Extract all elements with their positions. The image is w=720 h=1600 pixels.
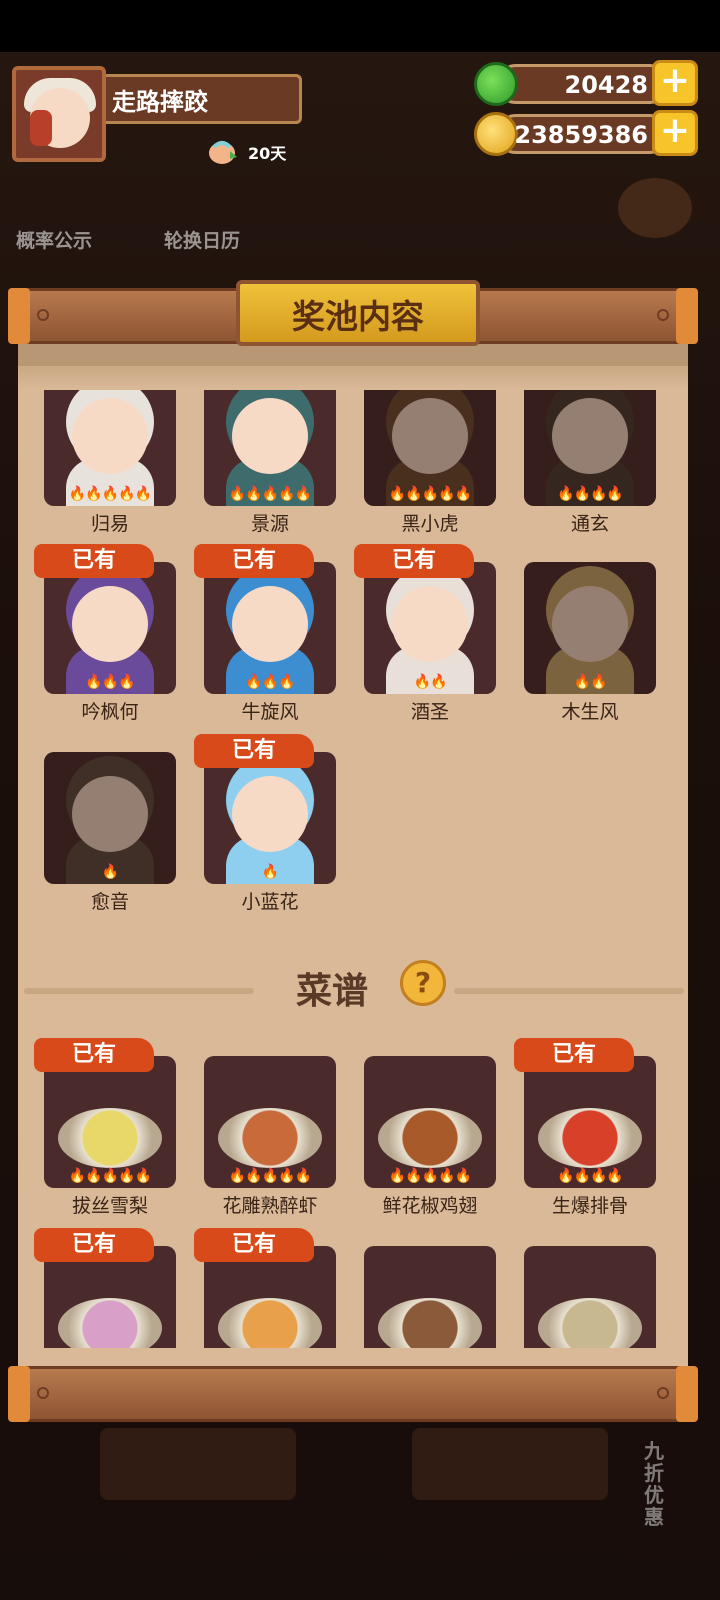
owned-badge: 已有	[514, 1038, 634, 1072]
recipe-name: 拔丝雪梨	[71, 1195, 148, 1217]
character-portrait	[232, 776, 308, 852]
character-card[interactable]: 🔥🔥🔥	[204, 562, 336, 694]
rarity-flames: 🔥🔥🔥🔥🔥	[388, 486, 472, 502]
coin-icon	[474, 112, 518, 156]
character-card[interactable]: 🔥🔥🔥🔥	[524, 374, 656, 506]
probability-button[interactable]: 概率公示	[16, 226, 92, 253]
rarity-flames: 🔥🔥🔥	[245, 674, 295, 690]
character-card[interactable]: 🔥🔥	[364, 562, 496, 694]
character-name: 酒圣	[410, 701, 449, 723]
rarity-flames: 🔥🔥🔥	[85, 674, 135, 690]
character-name: 小蓝花	[241, 891, 299, 913]
rarity-flames: 🔥🔥🔥🔥🔥	[68, 486, 152, 502]
dish-image	[538, 1108, 642, 1168]
jade-value: 20428	[564, 71, 649, 99]
days-count: 20天	[248, 144, 287, 163]
character-portrait	[392, 586, 468, 662]
character-name: 黑小虎	[401, 513, 459, 535]
dish-image	[378, 1108, 482, 1168]
calendar-icon	[209, 141, 237, 164]
help-button[interactable]: ?	[400, 960, 446, 1006]
rarity-flames: 🔥🔥	[573, 674, 608, 690]
rarity-flames: 🔥	[261, 864, 279, 880]
owned-badge: 已有	[194, 544, 314, 578]
calendar-button[interactable]: 轮换日历	[164, 226, 240, 253]
player-name: 走路摔跤	[112, 88, 208, 116]
owned-badge: 已有	[354, 544, 474, 578]
character-name: 牛旋风	[241, 701, 299, 723]
rarity-flames: 🔥🔥🔥🔥🔥	[228, 1168, 312, 1184]
character-portrait	[392, 398, 468, 474]
owned-badge: 已有	[34, 1228, 154, 1262]
character-portrait	[72, 398, 148, 474]
character-card[interactable]: 🔥🔥	[524, 562, 656, 694]
character-name: 景源	[250, 513, 289, 535]
add-jade-button[interactable]: +	[652, 60, 698, 106]
character-portrait	[232, 398, 308, 474]
jade-icon	[474, 62, 518, 106]
dish-image	[218, 1108, 322, 1168]
rarity-flames: 🔥🔥🔥🔥🔥	[68, 1168, 152, 1184]
character-card[interactable]: 🔥🔥🔥	[44, 562, 176, 694]
character-portrait	[232, 586, 308, 662]
recipe-card[interactable]: 🔥🔥🔥🔥🔥	[364, 1056, 496, 1188]
player-avatar[interactable]	[12, 66, 106, 162]
ten-draw-button	[412, 1428, 608, 1500]
character-card[interactable]: 🔥🔥🔥🔥🔥	[204, 374, 336, 506]
scroll-roll-bottom	[8, 1366, 698, 1422]
recipe-name: 生爆排骨	[551, 1195, 628, 1217]
rarity-flames: 🔥	[101, 864, 119, 880]
single-draw-button	[100, 1428, 296, 1500]
character-name: 木生风	[561, 701, 619, 723]
character-name: 吟枫何	[81, 701, 139, 723]
divider-right	[454, 988, 684, 994]
modal-title: 奖池内容	[292, 297, 424, 336]
character-name: 愈音	[90, 891, 129, 913]
owned-badge: 已有	[194, 1228, 314, 1262]
character-card[interactable]: 🔥🔥🔥🔥🔥	[364, 374, 496, 506]
panel-bottom-edge	[18, 1348, 688, 1368]
owned-badge: 已有	[194, 734, 314, 768]
character-portrait	[72, 586, 148, 662]
character-card[interactable]: 🔥	[44, 752, 176, 884]
rarity-flames: 🔥🔥🔥🔥🔥	[388, 1168, 472, 1184]
dish-image	[58, 1108, 162, 1168]
exit-button[interactable]	[618, 178, 692, 238]
recipe-card[interactable]: 🔥🔥🔥🔥	[524, 1056, 656, 1188]
owned-badge: 已有	[34, 1038, 154, 1072]
rarity-flames: 🔥🔥🔥🔥	[557, 1168, 624, 1184]
character-portrait	[552, 586, 628, 662]
add-coins-button[interactable]: +	[652, 110, 698, 156]
recipe-name: 花雕熟醉虾	[222, 1195, 318, 1217]
discount-tag: 九折优惠	[644, 1439, 664, 1529]
character-card[interactable]: 🔥🔥🔥🔥🔥	[44, 374, 176, 506]
recipe-card[interactable]: 🔥🔥🔥🔥🔥	[44, 1056, 176, 1188]
recipes-title: 菜谱	[295, 971, 368, 1012]
character-portrait	[72, 776, 148, 852]
character-name: 通玄	[570, 513, 609, 535]
rarity-flames: 🔥🔥	[413, 674, 448, 690]
character-portrait	[552, 398, 628, 474]
character-name: 归易	[90, 513, 129, 535]
recipe-card[interactable]: 🔥🔥🔥🔥🔥	[204, 1056, 336, 1188]
coins-value: 23859386	[514, 121, 648, 149]
panel-top-fade	[18, 366, 688, 390]
rarity-flames: 🔥🔥🔥🔥🔥	[228, 486, 312, 502]
character-card[interactable]: 🔥	[204, 752, 336, 884]
owned-badge: 已有	[34, 544, 154, 578]
rarity-flames: 🔥🔥🔥🔥	[557, 486, 624, 502]
recipe-name: 鲜花椒鸡翅	[382, 1195, 478, 1217]
divider-left	[24, 988, 254, 994]
